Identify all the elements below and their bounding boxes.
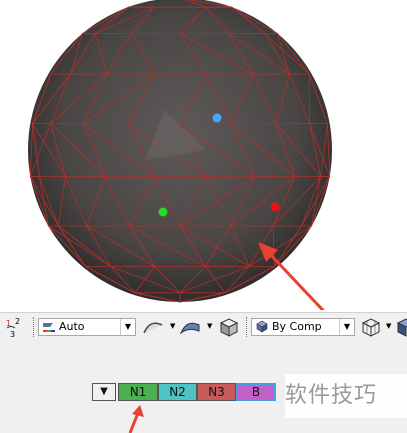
watermark: 软件技巧 bbox=[285, 374, 407, 418]
sphere-mesh-view[interactable] bbox=[0, 0, 407, 310]
color-mode-value: By Comp bbox=[272, 320, 322, 333]
numbering-icon[interactable]: 1 2 3 bbox=[4, 313, 26, 341]
solid-cube-icon[interactable] bbox=[216, 313, 242, 341]
node-red[interactable] bbox=[270, 202, 280, 212]
chevron-down-icon: ▼ bbox=[100, 386, 108, 397]
display-mode-dropdown[interactable]: Auto ▼ bbox=[38, 318, 136, 336]
chevron-down-icon[interactable]: ▼ bbox=[207, 322, 212, 330]
node-green[interactable] bbox=[158, 207, 168, 217]
node-button-n2[interactable]: N2 bbox=[158, 383, 197, 401]
annotation-arrow bbox=[258, 242, 325, 310]
visualization-toolbar: 1 2 3 Auto ▼ ▼ ▼ By Comp ▼ ▼ bbox=[0, 312, 407, 342]
chevron-down-icon[interactable]: ▼ bbox=[386, 322, 391, 330]
auto-display-icon bbox=[41, 320, 57, 339]
toolbar-separator bbox=[33, 317, 35, 337]
display-mode-value: Auto bbox=[59, 320, 85, 333]
color-mode-dropdown[interactable]: By Comp ▼ bbox=[251, 318, 355, 336]
surface-display-icon[interactable] bbox=[141, 313, 169, 341]
chevron-down-icon[interactable]: ▼ bbox=[170, 322, 175, 330]
mesh-edge bbox=[308, 73, 310, 124]
bottom-panel: ▼ N1 N2 N3 B 软件技巧 bbox=[0, 341, 407, 433]
node-button-n3[interactable]: N3 bbox=[197, 383, 236, 401]
node-blue[interactable] bbox=[212, 113, 222, 123]
toolbar-separator bbox=[246, 317, 248, 337]
svg-text:2: 2 bbox=[15, 317, 20, 326]
annotation-arrow bbox=[128, 405, 144, 433]
wireframe-cube-icon[interactable] bbox=[360, 313, 384, 341]
picker-dropdown[interactable]: ▼ bbox=[92, 383, 116, 401]
shaded-surface-icon[interactable] bbox=[178, 313, 206, 341]
chevron-down-icon[interactable]: ▼ bbox=[120, 319, 135, 335]
node-button-n1[interactable]: N1 bbox=[118, 383, 158, 401]
chevron-down-icon[interactable]: ▼ bbox=[339, 319, 354, 335]
by-comp-icon bbox=[254, 320, 270, 339]
cube-icon[interactable] bbox=[395, 313, 407, 341]
graphics-viewport[interactable] bbox=[0, 0, 407, 310]
svg-text:3: 3 bbox=[10, 330, 15, 339]
base-button-b[interactable]: B bbox=[236, 383, 276, 401]
